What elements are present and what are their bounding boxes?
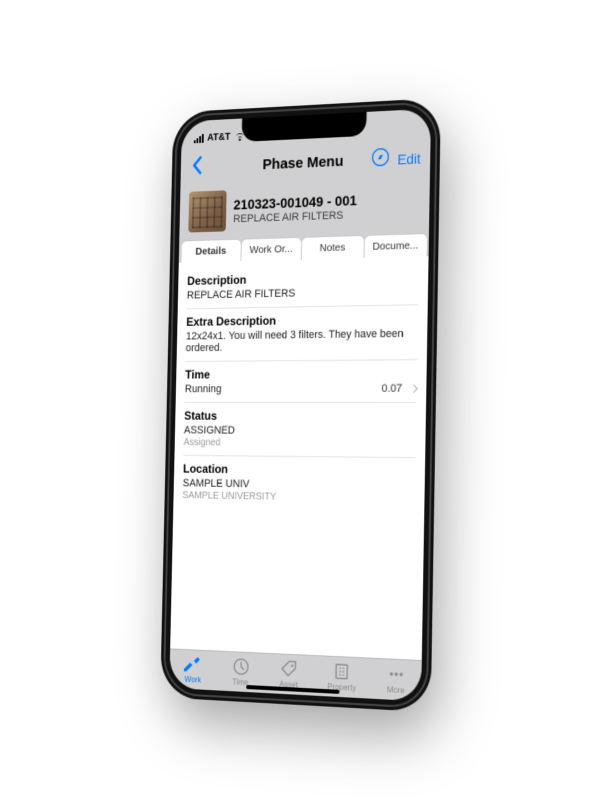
tabbar-work-label: Work xyxy=(184,675,201,685)
time-right-value: 0.07 xyxy=(381,383,402,395)
status-label: Status xyxy=(184,409,416,424)
thumbnail-image[interactable] xyxy=(188,190,226,232)
screen: AT&T 9:18 PM Phase Menu Edit xyxy=(169,109,431,702)
status-subvalue: Assigned xyxy=(184,437,416,450)
tabbar-work[interactable]: Work xyxy=(183,654,203,685)
back-button[interactable] xyxy=(189,155,204,180)
status-left: AT&T xyxy=(194,130,246,143)
compass-icon[interactable] xyxy=(371,147,390,173)
edit-button[interactable]: Edit xyxy=(397,150,420,167)
section-location[interactable]: Location SAMPLE UNIV SAMPLE UNIVERSITY xyxy=(182,456,415,513)
section-description: Description REPLACE AIR FILTERS xyxy=(187,263,419,310)
building-icon xyxy=(331,661,352,682)
location-subvalue: SAMPLE UNIVERSITY xyxy=(182,490,415,505)
wrench-icon xyxy=(183,654,203,675)
status-right xyxy=(379,127,417,129)
tab-details[interactable]: Details xyxy=(181,239,242,263)
chevron-right-icon xyxy=(410,384,418,393)
section-status[interactable]: Status ASSIGNED Assigned xyxy=(183,403,416,458)
tab-documents[interactable]: Docume... xyxy=(363,233,428,258)
record-header: 210323-001049 - 001 REPLACE AIR FILTERS xyxy=(179,176,430,240)
tabbar-time[interactable]: Time xyxy=(230,656,251,687)
tab-notes[interactable]: Notes xyxy=(301,235,365,260)
tab-work-order[interactable]: Work Or... xyxy=(240,237,302,261)
more-icon xyxy=(385,663,407,685)
tabbar-more-label: More xyxy=(387,685,405,695)
record-header-text: 210323-001049 - 001 REPLACE AIR FILTERS xyxy=(233,189,420,225)
details-panel: Description REPLACE AIR FILTERS Extra De… xyxy=(170,256,428,660)
phone-mockup: AT&T 9:18 PM Phase Menu Edit xyxy=(160,98,441,712)
phone-body: AT&T 9:18 PM Phase Menu Edit xyxy=(160,98,441,712)
tabbar-property[interactable]: Property xyxy=(327,661,356,693)
signal-icon xyxy=(194,134,204,143)
extra-description-label: Extra Description xyxy=(186,311,418,328)
clock-icon xyxy=(230,656,251,677)
location-label: Location xyxy=(183,462,415,479)
tabbar-asset[interactable]: Asset xyxy=(278,658,299,689)
status-value: ASSIGNED xyxy=(184,425,416,438)
carrier-label: AT&T xyxy=(207,131,230,143)
tag-icon xyxy=(279,658,300,679)
description-value: REPLACE AIR FILTERS xyxy=(187,285,419,302)
section-time[interactable]: Time Running 0.07 xyxy=(185,360,418,403)
time-label: Time xyxy=(185,366,417,381)
section-extra-description: Extra Description 12x24x1. You will need… xyxy=(185,305,418,362)
time-value: Running xyxy=(185,383,222,395)
extra-description-value: 12x24x1. You will need 3 filters. They h… xyxy=(186,328,418,355)
tabbar-more[interactable]: More xyxy=(385,663,407,695)
